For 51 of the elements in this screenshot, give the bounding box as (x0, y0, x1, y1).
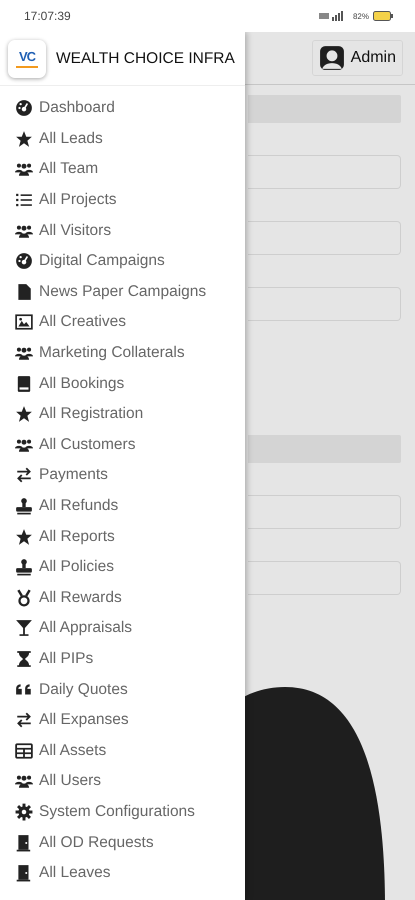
menu-item[interactable]: All Assets (0, 735, 106, 766)
hourglass-icon (15, 650, 33, 668)
menu-item[interactable]: All Leaves (0, 858, 111, 888)
menu-item[interactable]: All Creatives (0, 307, 126, 338)
status-time: 17:07:39 (24, 9, 71, 23)
menu-item[interactable]: All Refunds (0, 490, 118, 522)
menu-item[interactable]: System Configurations (0, 796, 195, 828)
gauge-icon (15, 252, 33, 270)
menu-item[interactable]: All Leads (0, 124, 103, 154)
menu-item[interactable]: All Visitors (0, 215, 112, 246)
menu-item[interactable]: All Rewards (0, 582, 122, 614)
swap-arrows-icon (15, 466, 33, 484)
gauge-icon (15, 99, 33, 118)
company-name: WEALTH CHOICE INFRA (56, 50, 235, 68)
star-icon (15, 130, 33, 148)
star-icon (15, 528, 33, 546)
menu-item[interactable]: All Policies (0, 552, 114, 582)
menu-item[interactable]: Digital Campaigns (0, 246, 165, 277)
menu-item[interactable]: Marketing Collaterals (0, 338, 185, 368)
menu-item[interactable]: All Reports (0, 521, 115, 552)
settings-icon (15, 802, 33, 821)
star-icon (15, 405, 33, 424)
company-logo: VC (8, 40, 46, 78)
menu-item[interactable]: All PIPs (0, 644, 94, 674)
menu-item[interactable]: Payments (0, 460, 108, 491)
menu-item[interactable]: All Customers (0, 430, 136, 460)
menu-item[interactable]: All Team (0, 154, 98, 185)
battery-percent: 82% (352, 12, 369, 20)
menu-item[interactable]: News Paper Campaigns (0, 276, 206, 308)
table-icon (15, 742, 33, 760)
door-icon (15, 864, 33, 882)
menu-item[interactable]: All Projects (0, 184, 117, 216)
user-avatar-icon (318, 45, 345, 71)
menu-item[interactable]: Daily Quotes (0, 674, 128, 705)
battery-icon (373, 11, 393, 21)
image-icon (15, 313, 33, 332)
swap-arrows-icon (15, 711, 33, 730)
door-icon (15, 834, 33, 852)
menu-item[interactable]: All OD Requests (0, 827, 154, 858)
menu-item[interactable]: All Users (0, 766, 102, 797)
menu-item[interactable]: All Appraisals (0, 613, 132, 644)
menu-item[interactable]: All Registration (0, 398, 144, 430)
menu-item[interactable]: All Expanses (0, 704, 129, 736)
stamp-icon (15, 497, 33, 516)
glass-icon (15, 619, 33, 638)
medal-icon (15, 588, 33, 607)
stamp-icon (15, 558, 33, 576)
menu-item[interactable]: Dashboard (0, 93, 115, 124)
book-icon (15, 374, 33, 393)
menu-item[interactable]: All Bookings (0, 368, 124, 399)
admin-button[interactable]: Admin (312, 40, 403, 76)
